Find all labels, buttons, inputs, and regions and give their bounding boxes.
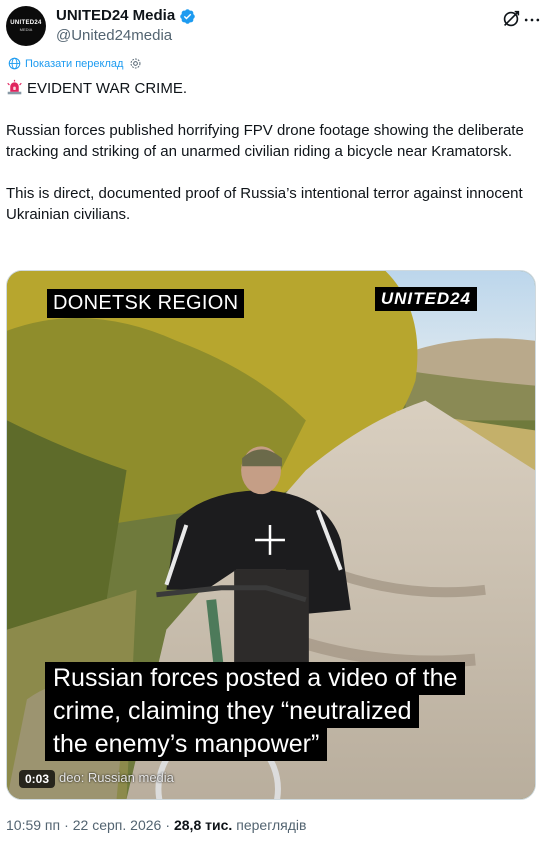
show-translation-row[interactable]: Показати переклад xyxy=(8,57,142,70)
post-header: UNITED24 MEDIA UNITED24 Media @United24m… xyxy=(6,6,540,48)
post-line-1-row: EVIDENT WAR CRIME. xyxy=(6,78,536,99)
avatar[interactable]: UNITED24 MEDIA xyxy=(6,6,46,46)
show-translation-link[interactable]: Показати переклад xyxy=(25,58,123,70)
post-line-1: EVIDENT WAR CRIME. xyxy=(27,80,188,97)
post-text: EVIDENT WAR CRIME. Russian forces publis… xyxy=(6,78,536,246)
video-source-text: deo: Russian media xyxy=(59,770,174,785)
views-count[interactable]: 28,8 тис. xyxy=(174,817,232,833)
globe-icon xyxy=(8,57,21,70)
video-caption-line-3: the enemy’s manpower” xyxy=(45,728,328,761)
post-date[interactable]: 22 серп. 2026 xyxy=(73,817,162,833)
avatar-text: UNITED24 xyxy=(10,20,42,26)
siren-emoji-icon xyxy=(7,79,22,95)
grok-icon[interactable] xyxy=(500,8,522,30)
video-caption-line-2: crime, claiming they “neutralized xyxy=(45,695,420,728)
post-paragraph-2: Russian forces published horrifying FPV … xyxy=(6,122,524,160)
video-timer: 0:03 xyxy=(19,770,56,788)
meta-separator-2: · xyxy=(165,817,170,833)
post-paragraph-3: This is direct, documented proof of Russ… xyxy=(6,185,523,223)
more-options-icon[interactable] xyxy=(522,10,542,30)
settings-gear-icon[interactable] xyxy=(129,57,142,70)
video-player[interactable]: DONETSK REGION UNITED24 Russian forces p… xyxy=(6,270,536,800)
verified-badge-icon xyxy=(180,8,195,24)
video-caption-line-1: Russian forces posted a video of the xyxy=(45,662,466,695)
author-names: UNITED24 Media @United24media xyxy=(56,6,196,46)
brand-watermark: UNITED24 xyxy=(374,287,477,311)
post-time[interactable]: 10:59 пп xyxy=(6,817,60,833)
region-label: DONETSK REGION xyxy=(47,289,245,318)
meta-separator-1: · xyxy=(64,817,69,833)
author-display-name-row[interactable]: UNITED24 Media xyxy=(56,6,196,26)
author-display-name[interactable]: UNITED24 Media xyxy=(56,6,175,26)
views-label[interactable]: переглядів xyxy=(236,817,306,833)
avatar-subtext: MEDIA xyxy=(19,27,33,32)
author-handle[interactable]: @United24media xyxy=(56,26,196,46)
post-meta: 10:59 пп · 22 серп. 2026 · 28,8 тис. пер… xyxy=(6,817,306,833)
